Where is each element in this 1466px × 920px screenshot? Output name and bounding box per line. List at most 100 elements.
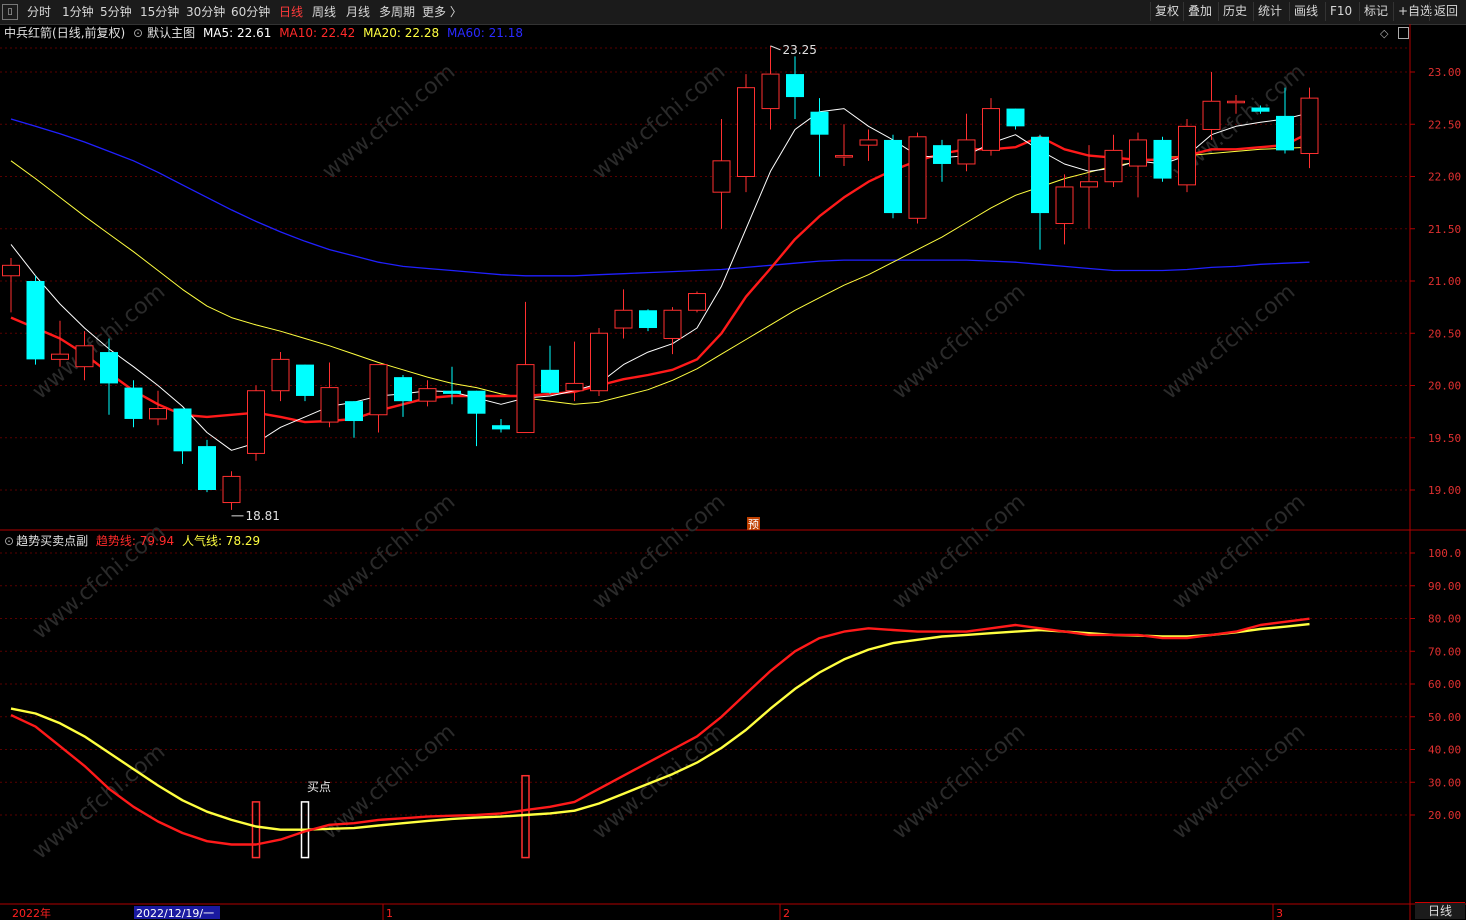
high-label: 23.25 xyxy=(783,43,817,57)
watermark-text: www.cfchi.com xyxy=(588,719,730,844)
candle xyxy=(737,74,755,193)
candle xyxy=(786,56,804,120)
adjust-mode: (日线,前复权) xyxy=(52,26,126,40)
candle-body-down xyxy=(541,369,559,393)
watermark-text: www.cfchi.com xyxy=(588,489,730,614)
sub-legend: ⊙ 趋势买卖点副 趋势线: 79.94 人气线: 78.29 xyxy=(4,533,264,549)
toolbar-button-8[interactable]: 返回 xyxy=(1429,2,1462,21)
tab-8[interactable]: 月线 xyxy=(346,4,370,20)
candle-body-up xyxy=(737,87,755,177)
toolbar-button-4[interactable]: 画线 xyxy=(1289,2,1322,21)
candle-body-up xyxy=(369,364,388,416)
candle xyxy=(26,275,45,365)
candle-body-down xyxy=(786,74,804,98)
candle-body-down xyxy=(810,111,829,135)
candle xyxy=(1031,134,1049,250)
price-tick-label: 20.00 xyxy=(1428,380,1461,393)
sub-tick-label: 80.00 xyxy=(1428,613,1461,626)
trend-line-value: 趋势线: 79.94 xyxy=(95,534,175,548)
price-tick-label: 19.00 xyxy=(1428,484,1461,497)
candle-body-up xyxy=(663,309,682,339)
template-name[interactable]: 默认主图 xyxy=(147,26,195,40)
candle xyxy=(1055,174,1074,245)
candle-body-down xyxy=(639,310,657,329)
candle-body-up xyxy=(859,139,878,146)
high-arrow xyxy=(770,45,781,51)
watermark-text: www.cfchi.com xyxy=(318,489,460,614)
candle xyxy=(320,362,339,428)
main-legend: 中兵红箭(日线,前复权) ⊙ 默认主图 MA5: 22.61 MA10: 22.4… xyxy=(4,25,527,41)
ma20-value: MA20: 22.28 xyxy=(363,26,440,40)
window-icon[interactable] xyxy=(1398,27,1409,39)
watermark-text: www.cfchi.com xyxy=(318,59,460,184)
price-tick-label: 21.50 xyxy=(1428,223,1461,236)
candle xyxy=(810,98,829,177)
candle-body-up xyxy=(1055,186,1074,225)
candle xyxy=(761,45,780,130)
collapse-icon[interactable]: ▯ xyxy=(2,4,18,20)
watermark-text: www.cfchi.com xyxy=(1168,489,1310,614)
candle xyxy=(590,328,608,396)
sub-collapse-icon[interactable]: ⊙ xyxy=(4,534,14,548)
candle-body-up xyxy=(75,345,94,368)
tab-7[interactable]: 周线 xyxy=(312,4,336,20)
tab-3[interactable]: 15分钟 xyxy=(140,4,179,20)
candle-body-up xyxy=(516,364,535,434)
candle-body-up xyxy=(590,332,608,392)
candle xyxy=(1178,119,1196,193)
candle-body-up xyxy=(1227,100,1245,104)
watermark-text: www.cfchi.com xyxy=(888,489,1030,614)
tab-5[interactable]: 60分钟 xyxy=(231,4,270,20)
tab-0[interactable]: 分时 xyxy=(27,4,51,20)
candle-body-up xyxy=(614,309,633,329)
candle xyxy=(394,375,412,417)
watermark-text: www.cfchi.com xyxy=(888,279,1030,404)
candle xyxy=(639,309,657,332)
candle xyxy=(688,291,706,313)
candle-body-down xyxy=(443,390,461,394)
candle xyxy=(1202,72,1221,140)
watermark-text: www.cfchi.com xyxy=(28,739,170,864)
tab-6[interactable]: 日线 xyxy=(279,4,303,20)
tab-4[interactable]: 30分钟 xyxy=(186,4,225,20)
tab-2[interactable]: 5分钟 xyxy=(100,4,132,20)
pre-badge-text: 预 xyxy=(748,518,759,531)
watermark-text: www.cfchi.com xyxy=(888,719,1030,844)
kline-chart[interactable]: www.cfchi.com www.cfchi.com www.cfchi.com w… xyxy=(0,24,1466,920)
stock-name: 中兵红箭 xyxy=(4,26,53,40)
candle xyxy=(1129,132,1147,198)
candle-body-up xyxy=(271,358,290,392)
toolbar-button-1[interactable]: 叠加 xyxy=(1183,2,1216,21)
toolbar-button-0[interactable]: 复权 xyxy=(1150,2,1183,21)
diamond-icon[interactable]: ◇ xyxy=(1380,27,1388,40)
candle-body-up xyxy=(1178,125,1196,186)
sub-tick-label: 30.00 xyxy=(1428,776,1461,789)
candle xyxy=(173,408,192,464)
template-select-icon[interactable]: ⊙ xyxy=(133,26,143,40)
period-corner-button[interactable]: 日线 xyxy=(1415,902,1465,919)
toolbar-button-5[interactable]: F10 xyxy=(1325,2,1356,21)
period-toolbar: ▯ 分时 1分钟 5分钟 15分钟 30分钟 60分钟 日线 周线 月线 多周期 更多 〉 复权 叠加… xyxy=(0,0,1466,25)
candle-body-up xyxy=(1129,139,1147,167)
candle-body-down xyxy=(492,425,510,430)
candle xyxy=(835,124,853,167)
tab-9[interactable]: 多周期 xyxy=(379,4,415,20)
toolbar-button-6[interactable]: 标记 xyxy=(1359,2,1392,21)
toolbar-button-3[interactable]: 统计 xyxy=(1253,2,1286,21)
ma20-line xyxy=(10,146,1310,405)
candle-body-down xyxy=(1251,107,1270,112)
tab-10[interactable]: 更多 〉 xyxy=(422,4,462,20)
candle-body-up xyxy=(222,475,241,504)
pop-line xyxy=(10,622,1310,831)
tab-1[interactable]: 1分钟 xyxy=(62,4,94,20)
indicator-name[interactable]: 趋势买卖点副 xyxy=(16,534,88,548)
candle xyxy=(222,471,241,510)
candle xyxy=(614,289,633,339)
month-label: 1 xyxy=(386,907,393,920)
toolbar-button-2[interactable]: 历史 xyxy=(1218,2,1251,21)
candle-body-down xyxy=(173,408,192,452)
candle-body-up xyxy=(1080,181,1098,188)
candle xyxy=(663,307,682,355)
candle xyxy=(908,132,927,224)
candle-body-up xyxy=(982,108,1000,151)
